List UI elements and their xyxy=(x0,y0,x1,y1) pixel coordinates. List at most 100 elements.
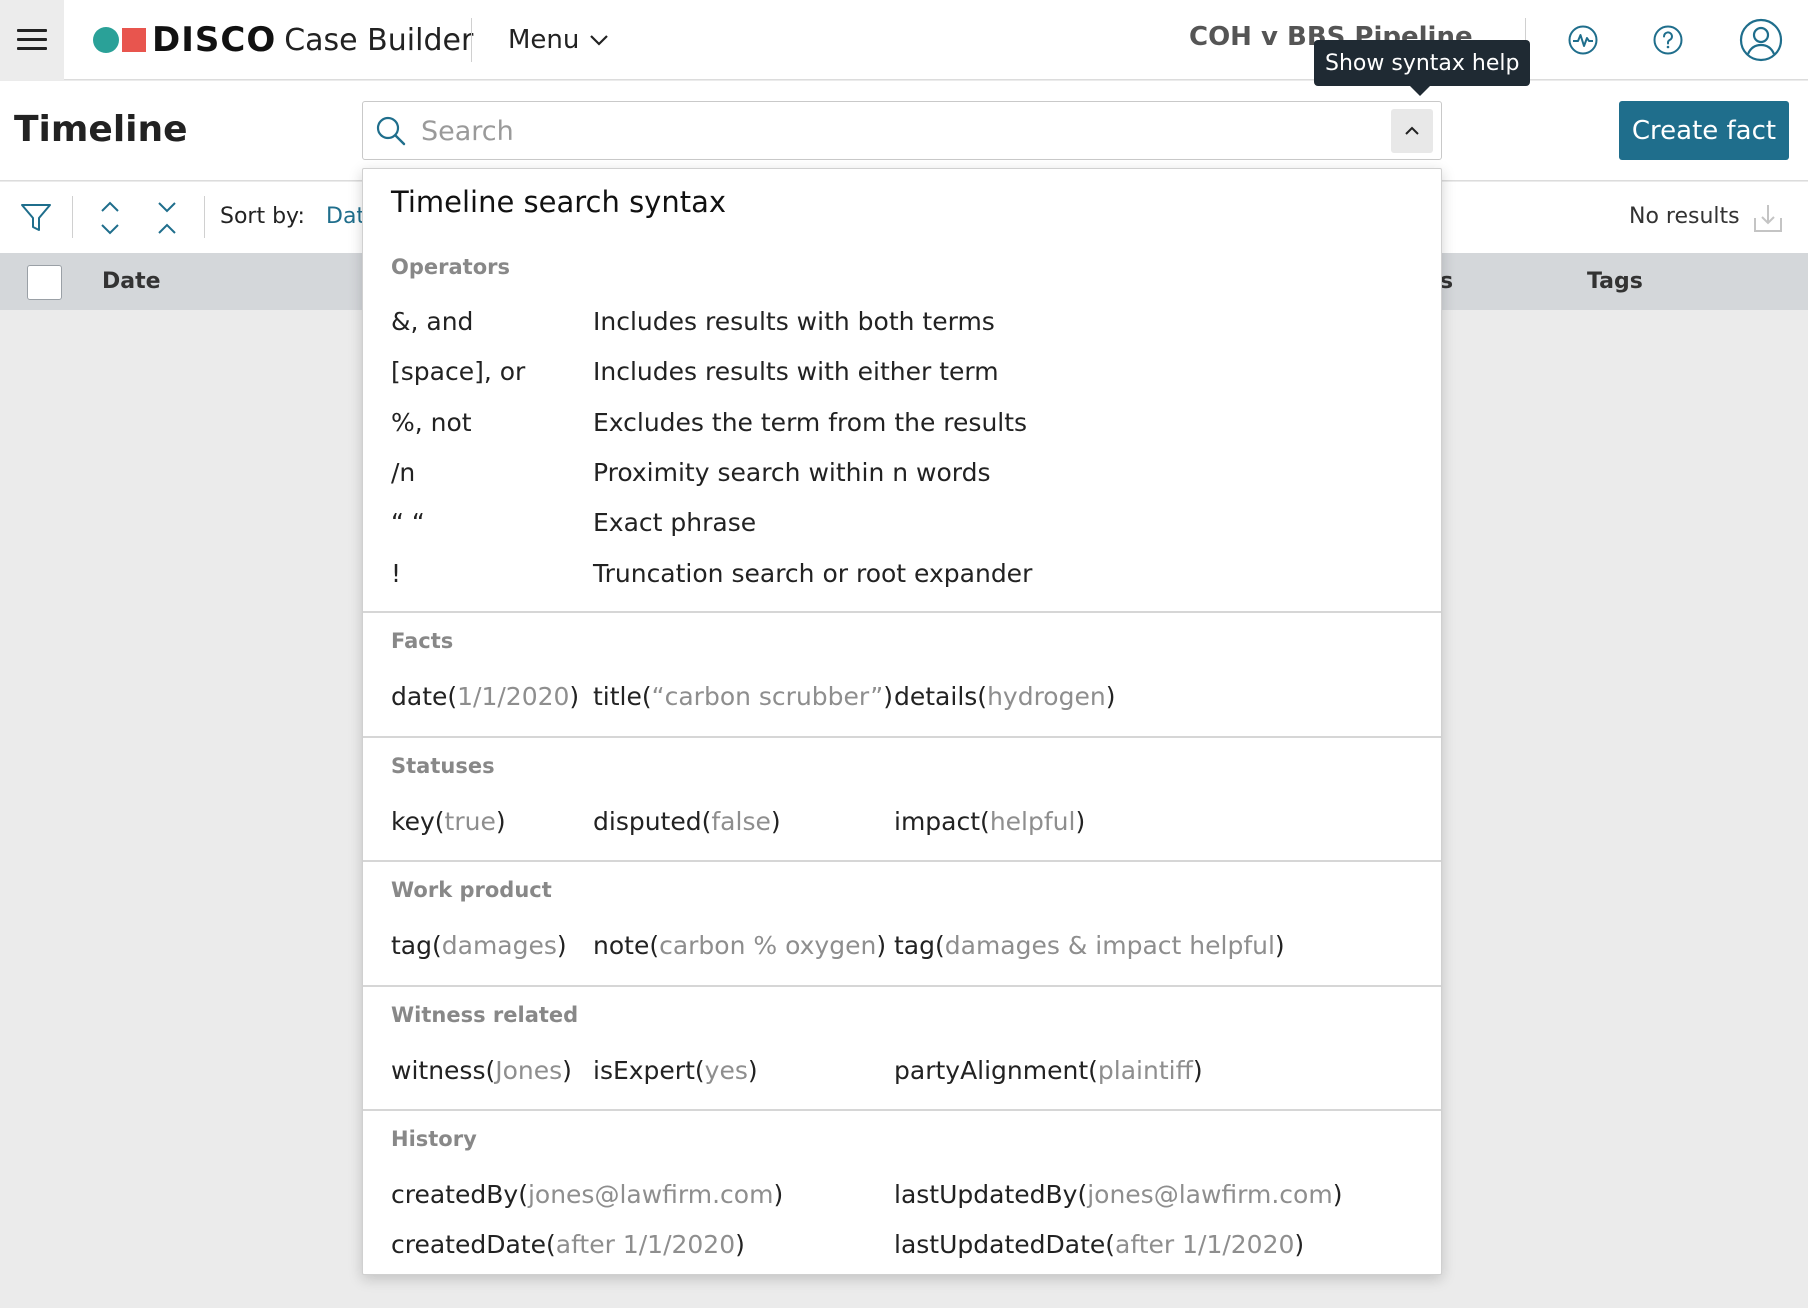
collapse-all-button[interactable] xyxy=(145,196,189,240)
example-query[interactable]: tag(damages) xyxy=(391,931,567,960)
example-argument: helpful xyxy=(989,807,1076,836)
operator-description: Excludes the term from the results xyxy=(593,408,1028,437)
example-query[interactable]: date(1/1/2020) xyxy=(391,682,579,711)
example-function: createdBy xyxy=(391,1180,519,1209)
sort-dropdown[interactable]: Dat xyxy=(326,204,365,229)
history-section: History createdBy(jones@lawfirm.com) las… xyxy=(363,1109,1441,1274)
logo-dot xyxy=(93,27,119,53)
download-icon xyxy=(1754,205,1782,232)
top-header: DISCO Case Builder Menu COH v BBS Pipeli… xyxy=(0,0,1808,80)
operator: [space], or xyxy=(391,357,526,386)
example-function: partyAlignment xyxy=(894,1056,1089,1085)
example-function: title xyxy=(593,682,642,711)
example-argument: jones@lawfirm.com xyxy=(527,1180,774,1209)
example-query[interactable]: lastUpdatedBy(jones@lawfirm.com) xyxy=(894,1180,1342,1209)
example-function: note xyxy=(593,931,650,960)
example-argument: hydrogen xyxy=(987,682,1106,711)
example-query[interactable]: tag(damages & impact helpful) xyxy=(894,931,1285,960)
expand-all-button[interactable] xyxy=(88,196,132,240)
example-argument: false xyxy=(711,807,771,836)
operator: ! xyxy=(391,559,402,588)
filter-button[interactable] xyxy=(14,196,58,240)
section-heading: History xyxy=(391,1127,477,1151)
column-header-date[interactable]: Date xyxy=(102,269,161,294)
example-argument: Jones xyxy=(495,1056,563,1085)
activity-button[interactable] xyxy=(1561,18,1605,62)
example-function: key xyxy=(391,807,435,836)
select-all-checkbox[interactable] xyxy=(27,265,62,300)
help-button[interactable] xyxy=(1646,18,1690,62)
search-input[interactable] xyxy=(421,110,1321,152)
example-argument: damages & impact helpful xyxy=(944,931,1275,960)
example-argument: yes xyxy=(704,1056,748,1085)
operator-row: [space], or Includes results with either… xyxy=(391,357,1391,391)
collapse-icon xyxy=(158,202,176,234)
example-function: date xyxy=(391,682,448,711)
example-function: tag xyxy=(391,931,432,960)
hamburger-icon xyxy=(17,29,47,51)
example-query[interactable]: details(hydrogen) xyxy=(894,682,1115,711)
results-count: No results xyxy=(1629,204,1740,229)
sort-label: Sort by: xyxy=(220,204,305,229)
search-box[interactable] xyxy=(362,101,1442,160)
page-title: Timeline xyxy=(14,109,188,150)
create-fact-button[interactable]: Create fact xyxy=(1619,101,1789,160)
example-query[interactable]: note(carbon % oxygen) xyxy=(593,931,886,960)
operator-row: ! Truncation search or root expander xyxy=(391,559,1391,593)
operators-section: Operators &, and Includes results with b… xyxy=(363,169,1441,611)
operator: “ “ xyxy=(391,508,425,537)
operator-row: /n Proximity search within n words xyxy=(391,458,1391,492)
example-query[interactable]: createdDate(after 1/1/2020) xyxy=(391,1230,745,1259)
example-argument: after 1/1/2020 xyxy=(555,1230,736,1259)
example-query[interactable]: witness(Jones) xyxy=(391,1056,572,1085)
example-function: createdDate xyxy=(391,1230,546,1259)
toolbar-divider xyxy=(72,196,73,238)
example-function: witness xyxy=(391,1056,486,1085)
app-name: Case Builder xyxy=(284,22,474,58)
toolbar-divider xyxy=(204,196,205,238)
operator-description: Exact phrase xyxy=(593,508,757,537)
example-function: disputed xyxy=(593,807,702,836)
operator-description: Truncation search or root expander xyxy=(593,559,1033,588)
example-query[interactable]: disputed(false) xyxy=(593,807,781,836)
expand-icon xyxy=(101,201,119,235)
menu-button[interactable]: Menu xyxy=(508,22,609,58)
example-argument: 1/1/2020 xyxy=(457,682,570,711)
example-function: details xyxy=(894,682,978,711)
section-heading: Facts xyxy=(391,629,454,653)
help-icon xyxy=(1653,25,1683,55)
section-heading: Work product xyxy=(391,878,552,902)
example-query[interactable]: isExpert(yes) xyxy=(593,1056,758,1085)
search-icon xyxy=(376,116,406,146)
section-heading: Statuses xyxy=(391,754,495,778)
syntax-help-toggle[interactable] xyxy=(1391,109,1433,153)
column-header-tags[interactable]: Tags xyxy=(1587,269,1643,294)
facts-section: Facts date(1/1/2020) title(“carbon scrub… xyxy=(363,611,1441,736)
example-query[interactable]: createdBy(jones@lawfirm.com) xyxy=(391,1180,783,1209)
example-function: tag xyxy=(894,931,935,960)
chevron-down-icon xyxy=(590,35,609,46)
example-argument: damages xyxy=(441,931,557,960)
example-query[interactable]: title(“carbon scrubber”) xyxy=(593,682,893,711)
example-query[interactable]: impact(helpful) xyxy=(894,807,1085,836)
export-button[interactable] xyxy=(1746,196,1790,240)
example-query[interactable]: key(true) xyxy=(391,807,506,836)
page-header: Timeline Create fact xyxy=(0,81,1808,181)
user-icon xyxy=(1739,18,1783,62)
example-query[interactable]: partyAlignment(plaintiff) xyxy=(894,1056,1203,1085)
logo-square xyxy=(122,28,146,52)
example-function: isExpert xyxy=(593,1056,695,1085)
app-logo[interactable]: DISCO Case Builder xyxy=(93,18,473,62)
chevron-up-icon xyxy=(1405,126,1419,135)
example-function: impact xyxy=(894,807,981,836)
hamburger-menu-button[interactable] xyxy=(0,0,64,80)
operator-description: Includes results with both terms xyxy=(593,307,995,336)
example-argument: jones@lawfirm.com xyxy=(1087,1180,1333,1209)
user-menu-button[interactable] xyxy=(1738,17,1784,63)
section-heading: Operators xyxy=(391,255,510,279)
syntax-help-panel: Timeline search syntax Operators &, and … xyxy=(362,168,1442,1275)
example-function: lastUpdatedBy xyxy=(894,1180,1078,1209)
example-query[interactable]: lastUpdatedDate(after 1/1/2020) xyxy=(894,1230,1304,1259)
operator-description: Includes results with either term xyxy=(593,357,999,386)
operator: /n xyxy=(391,458,416,487)
